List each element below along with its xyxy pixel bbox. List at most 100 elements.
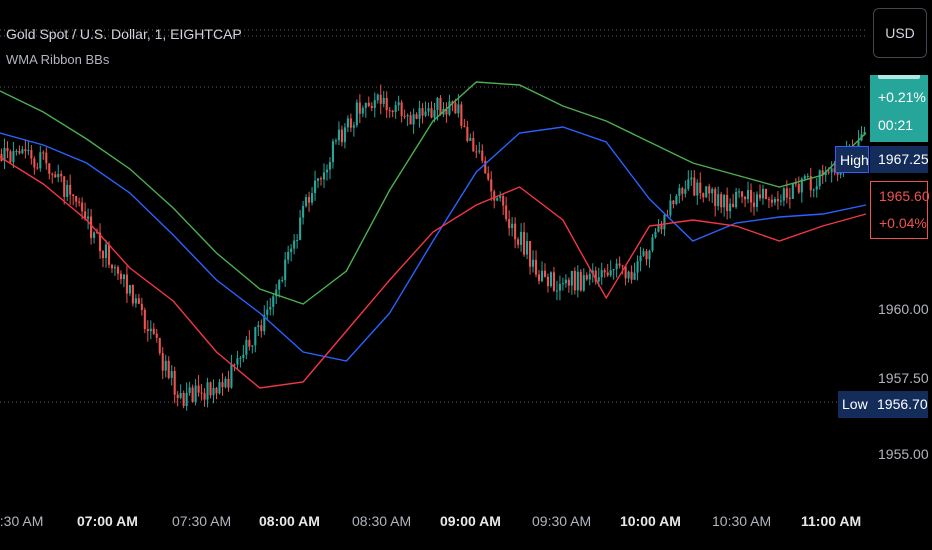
candle-body xyxy=(57,173,60,178)
candle-body xyxy=(257,325,260,328)
high-value: 1967.25 xyxy=(870,146,929,173)
candle-body xyxy=(131,285,134,304)
candle-body xyxy=(600,270,603,278)
candle-body xyxy=(12,151,15,163)
candle-body xyxy=(729,203,732,212)
candle-body xyxy=(732,203,735,208)
candle-body xyxy=(72,194,75,197)
candle-body xyxy=(681,188,684,194)
candle-body xyxy=(639,255,642,262)
indicator-name[interactable]: WMA Ribbon BBs xyxy=(6,52,109,67)
candle-body xyxy=(469,138,472,141)
candle-body xyxy=(403,115,406,117)
candle-body xyxy=(170,371,173,378)
candle-body xyxy=(248,339,251,347)
candle-body xyxy=(636,261,639,273)
candle-body xyxy=(93,232,96,238)
candle-body xyxy=(493,191,496,201)
candle-body xyxy=(221,382,224,388)
candle-body xyxy=(830,168,833,173)
candle-body xyxy=(113,267,117,269)
candle-body xyxy=(281,280,284,282)
candle-body xyxy=(720,194,723,208)
candle-body xyxy=(478,150,481,152)
candle-body xyxy=(81,202,84,212)
candle-body xyxy=(758,194,762,199)
candle-body xyxy=(30,150,33,159)
candle-body xyxy=(176,394,179,398)
candle-body xyxy=(436,98,439,111)
low-label: Low xyxy=(838,391,871,418)
candle-body xyxy=(331,141,335,163)
time-label-5: 09:00 AM xyxy=(440,513,501,529)
candle-body xyxy=(406,115,409,117)
candle-body xyxy=(773,199,776,203)
candle-body xyxy=(561,283,564,285)
candle-body xyxy=(340,129,343,143)
low-value: 1956.70 xyxy=(871,391,928,418)
candle-body xyxy=(224,378,227,388)
candle-body xyxy=(496,198,499,201)
candle-body xyxy=(110,264,114,269)
candle-body xyxy=(526,241,529,255)
candle-body xyxy=(179,393,182,398)
candle-body xyxy=(669,200,672,216)
candle-body xyxy=(490,179,493,192)
candle-body xyxy=(767,199,770,201)
candle-body xyxy=(481,150,484,161)
candle-body xyxy=(534,259,538,275)
candle-body xyxy=(358,102,361,114)
candle-body xyxy=(51,173,54,175)
candle-body xyxy=(785,188,788,198)
candle-body xyxy=(549,272,553,287)
currency-button[interactable]: USD xyxy=(873,8,927,58)
price-label-1: 1960.00 xyxy=(878,301,929,317)
candle-body xyxy=(158,337,161,354)
current-price-tag[interactable]: +0.21% 00:21 xyxy=(870,75,928,142)
candle-body xyxy=(764,188,768,200)
candle-body xyxy=(391,110,394,112)
candle-body xyxy=(603,270,606,273)
symbol-title[interactable]: Gold Spot / U.S. Dollar, 1, EIGHTCAP xyxy=(6,26,242,42)
candle-body xyxy=(761,188,765,199)
candle-body xyxy=(107,244,111,265)
candle-body xyxy=(815,186,818,190)
price-chart[interactable] xyxy=(0,0,932,550)
candle-body xyxy=(21,149,24,154)
time-label-1: 07:00 AM xyxy=(77,513,138,529)
candle-body xyxy=(254,327,257,346)
candle-body xyxy=(514,223,517,240)
candle-body xyxy=(376,94,379,101)
candle-body xyxy=(412,114,415,125)
candle-body xyxy=(618,263,621,266)
candles-group xyxy=(0,84,866,411)
candle-body xyxy=(66,184,69,197)
candle-body xyxy=(520,231,523,245)
candle-body xyxy=(570,270,573,286)
candle-body xyxy=(236,358,239,365)
candle-body xyxy=(316,178,320,181)
time-label-6: 09:30 AM xyxy=(532,513,592,529)
candle-body xyxy=(290,248,293,253)
candle-body xyxy=(185,392,188,406)
candle-body xyxy=(6,147,9,152)
candle-body xyxy=(735,191,738,208)
candle-body xyxy=(430,108,433,118)
candle-body xyxy=(797,184,800,193)
candle-body xyxy=(122,274,125,280)
candle-body xyxy=(687,179,690,189)
candle-body xyxy=(648,250,651,260)
candle-body xyxy=(191,387,194,402)
candle-body xyxy=(9,151,12,163)
candle-body xyxy=(770,199,773,203)
candle-body xyxy=(460,104,463,126)
current-price-cut-band xyxy=(878,75,920,79)
candle-body xyxy=(311,193,314,203)
candle-body xyxy=(696,182,699,196)
candle-body xyxy=(818,170,821,187)
candle-body xyxy=(355,102,358,126)
candle-body xyxy=(60,173,63,177)
time-label-0: 6:30 AM xyxy=(0,513,44,529)
candle-body xyxy=(385,97,388,111)
candle-body xyxy=(209,382,212,396)
